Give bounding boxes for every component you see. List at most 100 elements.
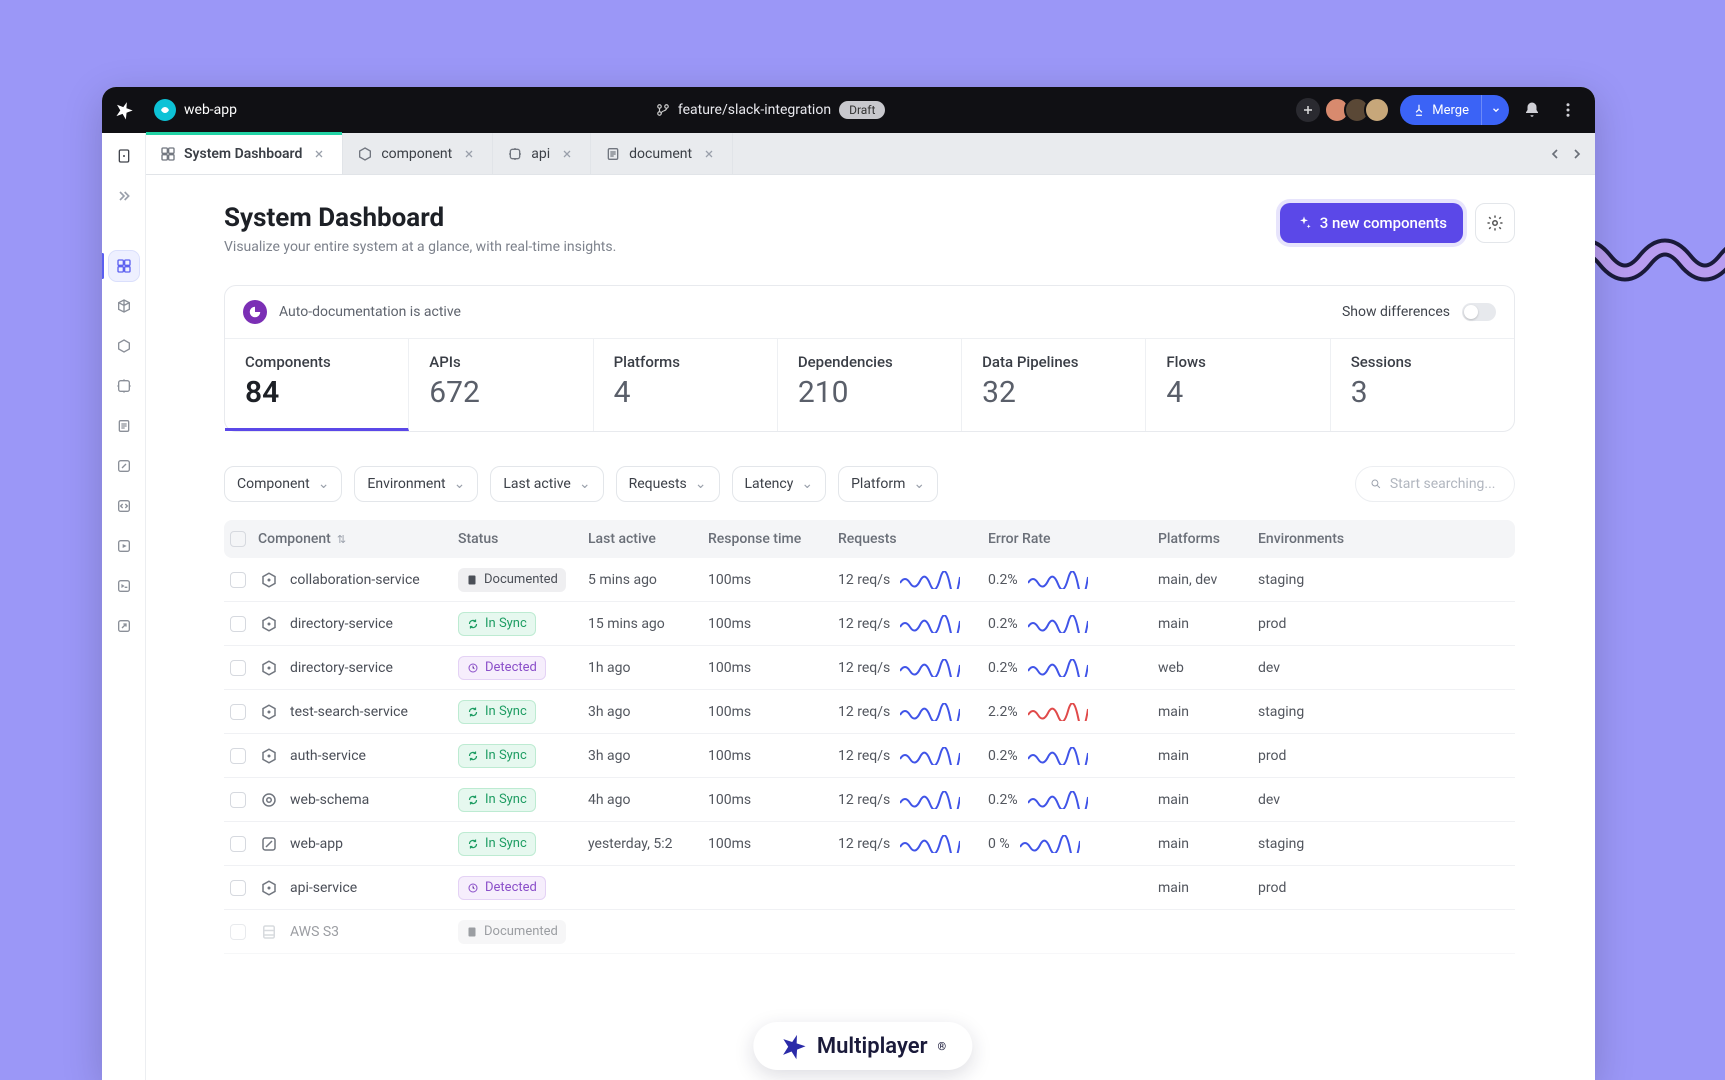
notifications-button[interactable] <box>1519 97 1545 123</box>
platforms-value: main <box>1158 704 1258 720</box>
page-content: System Dashboard Visualize your entire s… <box>146 175 1595 1080</box>
row-checkbox[interactable] <box>230 880 246 896</box>
tabs-prev[interactable] <box>1547 146 1563 162</box>
table-row[interactable]: collaboration-service Documented 5 mins … <box>224 558 1515 602</box>
new-components-button[interactable]: 3 new components <box>1280 203 1463 243</box>
table-row[interactable]: auth-service In Sync 3h ago 100ms 12 req… <box>224 734 1515 778</box>
stat-tab[interactable]: Data Pipelines32 <box>962 339 1146 431</box>
col-environments[interactable]: Environments <box>1258 531 1368 547</box>
rail-edit-button[interactable] <box>109 451 139 481</box>
merge-icon <box>1412 103 1426 117</box>
stat-tab[interactable]: Dependencies210 <box>778 339 962 431</box>
stat-tab[interactable]: Platforms4 <box>594 339 778 431</box>
row-checkbox[interactable] <box>230 616 246 632</box>
table-row[interactable]: directory-service Detected 1h ago 100ms … <box>224 646 1515 690</box>
rail-collapse-button[interactable] <box>109 181 139 211</box>
app-selector[interactable]: web-app <box>146 99 245 121</box>
rail-code-button[interactable] <box>109 491 139 521</box>
add-button[interactable] <box>1296 98 1320 122</box>
stat-tab[interactable]: APIs672 <box>409 339 593 431</box>
component-type-icon <box>258 921 280 943</box>
merge-dropdown[interactable] <box>1481 95 1509 125</box>
error-rate-value: 0.2% <box>988 616 1018 632</box>
settings-button[interactable] <box>1475 203 1515 243</box>
branch-selector[interactable]: feature/slack-integration Draft <box>656 101 886 119</box>
row-checkbox[interactable] <box>230 572 246 588</box>
filter-last-active[interactable]: Last active⌄ <box>490 466 603 502</box>
col-error-rate[interactable]: Error Rate <box>988 531 1158 547</box>
more-menu-button[interactable] <box>1555 97 1581 123</box>
rail-terminal-button[interactable] <box>109 571 139 601</box>
platforms-value: main <box>1158 748 1258 764</box>
row-checkbox[interactable] <box>230 836 246 852</box>
status-badge: Detected <box>458 876 546 900</box>
rail-api-button[interactable] <box>109 371 139 401</box>
show-differences-label: Show differences <box>1342 304 1450 320</box>
rail-dashboard-button[interactable] <box>109 251 139 281</box>
table-row[interactable]: web-app In Sync yesterday, 5:2 100ms 12 … <box>224 822 1515 866</box>
filter-latency[interactable]: Latency⌄ <box>732 466 827 502</box>
col-platforms[interactable]: Platforms <box>1158 531 1258 547</box>
rail-doc-button[interactable] <box>109 411 139 441</box>
row-checkbox[interactable] <box>230 748 246 764</box>
status-badge: Detected <box>458 656 546 680</box>
row-checkbox[interactable] <box>230 924 246 940</box>
rail-file-button[interactable] <box>109 141 139 171</box>
filter-component[interactable]: Component⌄ <box>224 466 342 502</box>
col-requests[interactable]: Requests <box>838 531 988 547</box>
component-type-icon <box>258 613 280 635</box>
tab-api[interactable]: api <box>493 133 591 174</box>
tab-component[interactable]: component <box>343 133 493 174</box>
stats-card: Auto-documentation is active Show differ… <box>224 285 1515 432</box>
col-status[interactable]: Status <box>458 531 588 547</box>
rail-share-button[interactable] <box>109 611 139 641</box>
rail-play-button[interactable] <box>109 531 139 561</box>
filter-platform[interactable]: Platform⌄ <box>838 466 938 502</box>
response-time-value: 100ms <box>708 748 838 764</box>
col-last-active[interactable]: Last active <box>588 531 708 547</box>
brand-name: Multiplayer <box>817 1034 928 1059</box>
table-row[interactable]: test-search-service In Sync 3h ago 100ms… <box>224 690 1515 734</box>
tabs-next[interactable] <box>1569 146 1585 162</box>
last-active-value: 5 mins ago <box>588 572 708 588</box>
stat-label: Dependencies <box>798 353 941 371</box>
tab-close[interactable] <box>558 145 576 163</box>
tab-system-dashboard[interactable]: System Dashboard <box>146 133 343 174</box>
stat-tab[interactable]: Flows4 <box>1146 339 1330 431</box>
close-icon <box>703 148 715 160</box>
col-response-time[interactable]: Response time <box>708 531 838 547</box>
component-name: directory-service <box>290 616 393 632</box>
merge-button[interactable]: Merge <box>1400 95 1509 125</box>
row-checkbox[interactable] <box>230 792 246 808</box>
search-box[interactable] <box>1355 466 1515 502</box>
stat-tab[interactable]: Sessions3 <box>1331 339 1514 431</box>
chevron-down-icon <box>1491 105 1501 115</box>
rail-cube-button[interactable] <box>109 291 139 321</box>
filter-environment[interactable]: Environment⌄ <box>354 466 478 502</box>
table-row[interactable]: AWS S3 Documented <box>224 910 1515 954</box>
tab-close[interactable] <box>460 145 478 163</box>
table-row[interactable]: directory-service In Sync 15 mins ago 10… <box>224 602 1515 646</box>
star-logo-icon <box>114 100 134 120</box>
search-input[interactable] <box>1390 476 1500 492</box>
select-all-checkbox[interactable] <box>230 531 246 547</box>
table-row[interactable]: api-service Detected main prod <box>224 866 1515 910</box>
filter-requests[interactable]: Requests⌄ <box>616 466 720 502</box>
component-name: auth-service <box>290 748 366 764</box>
chevron-left-icon <box>1547 146 1563 162</box>
row-checkbox[interactable] <box>230 660 246 676</box>
rail-hex-button[interactable] <box>109 331 139 361</box>
show-differences-toggle[interactable] <box>1462 303 1496 321</box>
app-logo[interactable] <box>102 100 146 120</box>
collaborator-avatars[interactable] <box>1330 97 1390 123</box>
row-checkbox[interactable] <box>230 704 246 720</box>
tab-document[interactable]: document <box>591 133 733 174</box>
stat-tab[interactable]: Components84 <box>225 339 409 431</box>
tab-close[interactable] <box>700 145 718 163</box>
col-component[interactable]: Component⇅ <box>258 531 458 547</box>
requests-value: 12 req/s <box>838 748 890 764</box>
tab-label: api <box>531 146 550 162</box>
tab-label: component <box>381 146 452 162</box>
tab-close[interactable] <box>310 145 328 163</box>
table-row[interactable]: web-schema In Sync 4h ago 100ms 12 req/s… <box>224 778 1515 822</box>
